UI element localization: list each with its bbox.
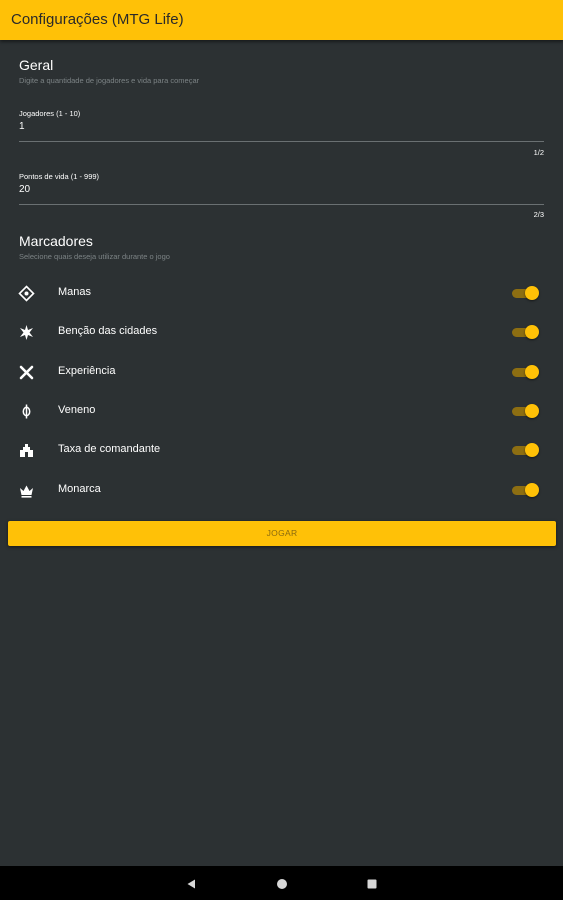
commander-tax-toggle[interactable] (512, 443, 540, 457)
marker-label-city-blessing: Benção das cidades (58, 325, 158, 337)
general-section-subtitle: Digite a quantidade de jogadores e vida … (19, 76, 200, 85)
marker-label-poison: Veneno (58, 404, 96, 416)
city-blessing-icon (18, 324, 35, 341)
system-navigation-bar (0, 866, 563, 900)
life-field-counter: 2/3 (533, 210, 544, 219)
manas-toggle[interactable] (512, 286, 540, 300)
marker-label-monarch: Monarca (58, 483, 101, 495)
toggle-thumb (525, 365, 539, 379)
toggle-thumb (525, 286, 539, 300)
marker-row-manas[interactable]: Manas (0, 278, 563, 308)
home-icon[interactable] (276, 877, 288, 889)
players-field-counter: 1/2 (533, 148, 544, 157)
marker-row-experience[interactable]: Experiência (0, 357, 563, 387)
toggle-thumb (525, 443, 539, 457)
monarch-icon (18, 482, 35, 499)
toggle-thumb (525, 325, 539, 339)
marker-row-city-blessing[interactable]: Benção das cidades (0, 317, 563, 347)
experience-toggle[interactable] (512, 365, 540, 379)
poison-toggle[interactable] (512, 404, 540, 418)
markers-section-subtitle: Selecione quais deseja utilizar durante … (19, 252, 170, 261)
players-field-value[interactable]: 1 (19, 121, 25, 132)
city-blessing-toggle[interactable] (512, 325, 540, 339)
life-field-label: Pontos de vida (1 - 999) (19, 172, 100, 181)
marker-row-monarch[interactable]: Monarca (0, 475, 563, 505)
life-field-underline (19, 204, 544, 205)
recents-icon[interactable] (366, 877, 378, 889)
toggle-thumb (525, 404, 539, 418)
app-title: Configurações (MTG Life) (11, 11, 184, 28)
markers-section-title: Marcadores (19, 233, 93, 249)
mana-icon (18, 285, 35, 302)
toggle-thumb (525, 483, 539, 497)
back-icon[interactable] (185, 877, 197, 889)
marker-row-commander-tax[interactable]: Taxa de comandante (0, 435, 563, 465)
play-button[interactable]: JOGAR (8, 521, 556, 546)
players-field-underline (19, 141, 544, 142)
experience-icon (18, 364, 35, 381)
marker-label-commander-tax: Taxa de comandante (58, 443, 161, 455)
commander-tax-icon (18, 442, 35, 459)
marker-row-poison[interactable]: Veneno (0, 396, 563, 426)
general-section-title: Geral (19, 57, 54, 73)
life-field-value[interactable]: 20 (19, 184, 30, 195)
monarch-toggle[interactable] (512, 483, 540, 497)
marker-label-manas: Manas (58, 286, 92, 298)
poison-icon (18, 403, 35, 420)
app-bar: Configurações (MTG Life) (0, 0, 563, 40)
players-field-label: Jogadores (1 - 10) (19, 109, 81, 118)
marker-label-experience: Experiência (58, 365, 116, 377)
